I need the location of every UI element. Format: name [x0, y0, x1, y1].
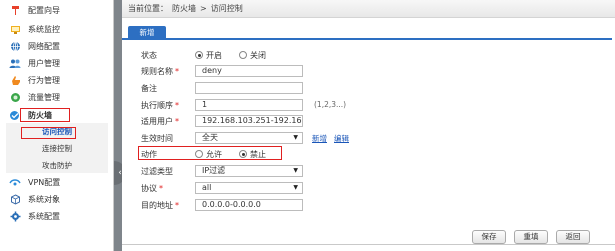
main-content: 当前位置： 防火墙 > 访问控制 新增 状态 开启 关闭 规则名称 * deny …: [122, 0, 615, 251]
required-mark: *: [159, 184, 163, 193]
order-input[interactable]: 1: [195, 99, 303, 111]
time-select-value: 全天: [202, 133, 218, 142]
protocol-value: all: [202, 183, 212, 192]
hand-icon: [9, 75, 21, 87]
breadcrumb-access-control: 访问控制: [210, 4, 243, 13]
protocol-select[interactable]: all ▼: [195, 182, 303, 194]
sidebar-item-config-wizard[interactable]: 配置向导: [0, 3, 114, 18]
time-select[interactable]: 全天 ▼: [195, 132, 303, 144]
footer-divider: [122, 244, 615, 245]
required-mark: *: [175, 67, 179, 76]
sidebar-item-label: 流量管理: [28, 93, 60, 102]
sidebar-item-label: 系统监控: [28, 25, 60, 34]
reset-button[interactable]: 重填: [514, 230, 548, 244]
traffic-icon: [9, 92, 21, 104]
object-icon: [9, 194, 21, 206]
submenu-item-label: 连接控制: [42, 144, 72, 153]
sidebar-item-label: 配置向导: [28, 6, 60, 15]
rule-name-input[interactable]: deny: [195, 65, 303, 77]
remark-input[interactable]: [195, 82, 303, 94]
status-off-label: 关闭: [250, 51, 266, 60]
pin-icon: [9, 5, 21, 17]
dest-label-text: 目的地址: [141, 201, 173, 210]
required-mark: *: [175, 101, 179, 110]
sidebar-item-label: 系统对象: [28, 195, 60, 204]
sidebar-item-system-objects[interactable]: 系统对象: [0, 192, 114, 207]
sidebar-item-system-monitor[interactable]: 系统监控: [0, 22, 114, 37]
breadcrumb-prefix: 当前位置：: [128, 4, 168, 13]
remark-label: 备注: [141, 84, 157, 93]
globe-icon: [9, 41, 21, 53]
users-label: 适用用户 *: [141, 116, 179, 127]
sidebar-item-traffic-management[interactable]: 流量管理: [0, 90, 114, 105]
sidebar-item-label: 用户管理: [28, 59, 60, 68]
required-mark: *: [175, 201, 179, 210]
dropdown-arrow-icon: ▼: [293, 184, 298, 191]
dropdown-arrow-icon: ▼: [293, 167, 298, 174]
users-label-text: 适用用户: [141, 117, 173, 126]
filter-type-value: IP过滤: [202, 166, 226, 175]
time-edit-link[interactable]: 编辑: [334, 133, 349, 144]
required-mark: *: [175, 117, 179, 126]
tab-bar: 新增: [122, 26, 612, 40]
submenu-item-connection-control[interactable]: 连接控制: [6, 141, 108, 156]
sidebar-item-system-config[interactable]: 系统配置: [0, 209, 114, 224]
sidebar-item-vpn-config[interactable]: VPN配置: [0, 175, 114, 190]
vpn-icon: [9, 177, 21, 189]
sidebar-item-network-config[interactable]: 网络配置: [0, 39, 114, 54]
sidebar-item-label: 系统配置: [28, 212, 60, 221]
monitor-icon: [9, 24, 21, 36]
back-button[interactable]: 返回: [556, 230, 590, 244]
status-label: 状态: [141, 51, 157, 60]
save-button[interactable]: 保存: [472, 230, 506, 244]
dropdown-arrow-icon: ▼: [293, 134, 298, 141]
order-hint: (1,2,3...): [314, 100, 347, 109]
submenu-item-label: 攻击防护: [42, 161, 72, 170]
sidebar-item-label: VPN配置: [28, 178, 61, 187]
rule-name-label-text: 规则名称: [141, 67, 173, 76]
rule-name-label: 规则名称 *: [141, 66, 179, 77]
access-control-highlight-box: [21, 127, 76, 139]
time-label: 生效时间: [141, 134, 173, 143]
tab-add[interactable]: 新增: [128, 26, 166, 40]
filter-type-label: 过滤类型: [141, 167, 173, 176]
users-input[interactable]: 192.168.103.251-192.168: [195, 115, 303, 127]
submenu-item-attack-protection[interactable]: 攻击防护: [6, 158, 108, 173]
users-icon: [9, 58, 21, 70]
action-highlight-box: [138, 146, 282, 160]
firewall-highlight-box: [20, 108, 70, 122]
dest-label: 目的地址 *: [141, 200, 179, 211]
sidebar-item-user-management[interactable]: 用户管理: [0, 56, 114, 71]
dest-input[interactable]: 0.0.0.0-0.0.0.0: [195, 199, 303, 211]
time-new-link[interactable]: 新增: [312, 133, 327, 144]
sidebar: 配置向导 系统监控 网络配置 用户管理 行为管理 流量管理 防火墙 访问控制 连…: [0, 0, 114, 251]
protocol-label: 协议 *: [141, 183, 163, 194]
breadcrumb-firewall[interactable]: 防火墙: [172, 3, 196, 14]
sidebar-item-label: 网络配置: [28, 42, 60, 51]
protocol-label-text: 协议: [141, 184, 157, 193]
breadcrumb: 当前位置： 防火墙 > 访问控制: [122, 0, 615, 18]
status-on-label: 开启: [206, 51, 222, 60]
status-off-radio[interactable]: [239, 51, 247, 59]
order-label: 执行顺序 *: [141, 100, 179, 111]
order-label-text: 执行顺序: [141, 101, 173, 110]
sidebar-item-behavior-management[interactable]: 行为管理: [0, 73, 114, 88]
breadcrumb-separator: >: [200, 4, 207, 13]
status-on-radio[interactable]: [195, 51, 203, 59]
panel-splitter[interactable]: [114, 0, 122, 251]
filter-type-select[interactable]: IP过滤 ▼: [195, 165, 303, 177]
sidebar-item-label: 行为管理: [28, 76, 60, 85]
settings-icon: [9, 211, 21, 223]
